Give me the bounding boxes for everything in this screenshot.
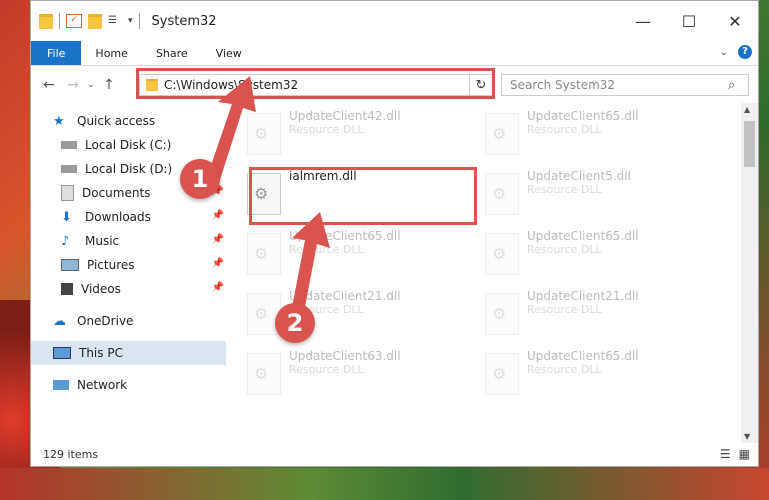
back-icon[interactable]: ← xyxy=(37,77,61,93)
sidebar-item-videos[interactable]: Videos 📌 xyxy=(31,277,226,301)
sidebar-item-pictures[interactable]: Pictures 📌 xyxy=(31,253,226,277)
sidebar-item-downloads[interactable]: ⬇ Downloads 📌 xyxy=(31,205,226,229)
close-button[interactable]: ✕ xyxy=(712,1,758,41)
minimize-button[interactable]: — xyxy=(620,1,666,41)
list-item[interactable]: UpdateClient21.dllResource DLL xyxy=(469,287,689,343)
divider xyxy=(59,13,60,29)
new-folder-icon[interactable] xyxy=(88,13,102,29)
view-switcher: ☰ ▦ xyxy=(720,447,750,461)
file-highlight xyxy=(249,167,477,225)
scroll-down-icon[interactable]: ▼ xyxy=(744,432,750,441)
search-input[interactable]: Search System32 ⌕ xyxy=(501,74,749,96)
ribbon-tabs: File Home Share View ⌄ ? xyxy=(31,41,758,66)
pictures-icon xyxy=(61,259,79,271)
ribbon-right: ⌄ ? xyxy=(720,45,752,59)
window-title: System32 xyxy=(151,13,217,29)
pin-icon[interactable]: 📌 xyxy=(212,234,224,245)
search-icon[interactable]: ⌕ xyxy=(728,78,748,93)
sidebar-item-this-pc[interactable]: This PC xyxy=(31,341,226,365)
cloud-icon: ☁ xyxy=(53,314,66,329)
documents-icon xyxy=(61,185,74,201)
pin-icon[interactable]: 📌 xyxy=(212,210,224,221)
sidebar-item-onedrive[interactable]: ☁ OneDrive xyxy=(31,309,226,333)
network-icon xyxy=(53,380,69,390)
background-strip xyxy=(0,468,769,500)
sidebar-item-network[interactable]: Network xyxy=(31,373,226,397)
expand-ribbon-icon[interactable]: ⌄ xyxy=(720,47,728,58)
dll-file-icon xyxy=(485,173,519,215)
window-controls: — ☐ ✕ xyxy=(620,1,758,41)
item-count: 129 items xyxy=(43,447,99,461)
videos-icon xyxy=(61,283,73,295)
drive-icon xyxy=(61,141,77,149)
explorer-window: ✓ ☰ ▾ System32 — ☐ ✕ File Home Share Vie… xyxy=(30,0,759,467)
step-two-badge: 2 xyxy=(275,303,315,343)
recent-locations-icon[interactable]: ⌄ xyxy=(85,80,97,90)
scrollbar-thumb[interactable] xyxy=(744,121,755,167)
large-icons-view-icon[interactable]: ▦ xyxy=(739,447,750,461)
dll-file-icon xyxy=(247,353,281,395)
sidebar-item-music[interactable]: ♪ Music 📌 xyxy=(31,229,226,253)
dll-file-icon xyxy=(247,233,281,275)
dll-file-icon xyxy=(485,233,519,275)
file-list: UpdateClient42.dllResource DLL ialmrem.d… xyxy=(231,103,737,443)
tab-home[interactable]: Home xyxy=(81,41,141,65)
customize-icon[interactable]: ☰ xyxy=(108,15,122,27)
music-icon: ♪ xyxy=(61,234,70,249)
maximize-button[interactable]: ☐ xyxy=(666,1,712,41)
step-one-badge: 1 xyxy=(180,159,220,199)
list-item[interactable]: UpdateClient63.dllResource DLL xyxy=(231,347,451,403)
list-item[interactable]: UpdateClient5.dllResource DLL xyxy=(469,167,689,223)
computer-icon xyxy=(53,347,71,359)
pin-icon[interactable]: 📌 xyxy=(212,282,224,293)
help-icon[interactable]: ? xyxy=(738,45,752,59)
properties-icon[interactable]: ✓ xyxy=(66,14,82,28)
vertical-scrollbar[interactable]: ▲ ▼ xyxy=(741,103,758,443)
up-icon[interactable]: ↑ xyxy=(97,77,121,93)
dll-file-icon xyxy=(485,293,519,335)
chevron-down-icon[interactable]: ▾ xyxy=(128,16,133,26)
quick-access-toolbar: ✓ ☰ ▾ xyxy=(39,13,140,29)
folder-icon[interactable] xyxy=(39,13,53,29)
navigation-pane: ★ Quick access Local Disk (C:) Local Dis… xyxy=(31,103,226,443)
address-highlight xyxy=(136,68,495,99)
details-view-icon[interactable]: ☰ xyxy=(720,447,731,461)
search-placeholder: Search System32 xyxy=(510,78,616,92)
star-icon: ★ xyxy=(53,114,65,129)
list-item[interactable]: UpdateClient42.dllResource DLL xyxy=(231,107,451,163)
scroll-up-icon[interactable]: ▲ xyxy=(744,105,750,114)
divider xyxy=(138,13,140,29)
tab-file[interactable]: File xyxy=(31,41,82,65)
list-item[interactable]: UpdateClient65.dllResource DLL xyxy=(231,227,451,283)
pin-icon[interactable]: 📌 xyxy=(212,258,224,269)
list-item[interactable]: UpdateClient65.dllResource DLL xyxy=(469,107,689,163)
list-item[interactable]: UpdateClient21.dllResource DLL xyxy=(231,287,451,343)
download-icon: ⬇ xyxy=(61,210,72,225)
title-bar: ✓ ☰ ▾ System32 — ☐ ✕ xyxy=(31,1,758,41)
drive-icon xyxy=(61,165,77,173)
dll-file-icon xyxy=(485,353,519,395)
tab-view[interactable]: View xyxy=(202,41,256,65)
forward-icon[interactable]: → xyxy=(61,77,85,93)
dll-file-icon xyxy=(247,113,281,155)
list-item[interactable]: UpdateClient65.dllResource DLL xyxy=(469,227,689,283)
list-item[interactable]: UpdateClient65.dllResource DLL xyxy=(469,347,689,403)
tab-share[interactable]: Share xyxy=(142,41,202,65)
sidebar-item-quick-access[interactable]: ★ Quick access xyxy=(31,109,226,133)
status-bar: 129 items ☰ ▦ xyxy=(31,442,758,466)
sidebar-item-local-disk-c[interactable]: Local Disk (C:) xyxy=(31,133,226,157)
dll-file-icon xyxy=(485,113,519,155)
